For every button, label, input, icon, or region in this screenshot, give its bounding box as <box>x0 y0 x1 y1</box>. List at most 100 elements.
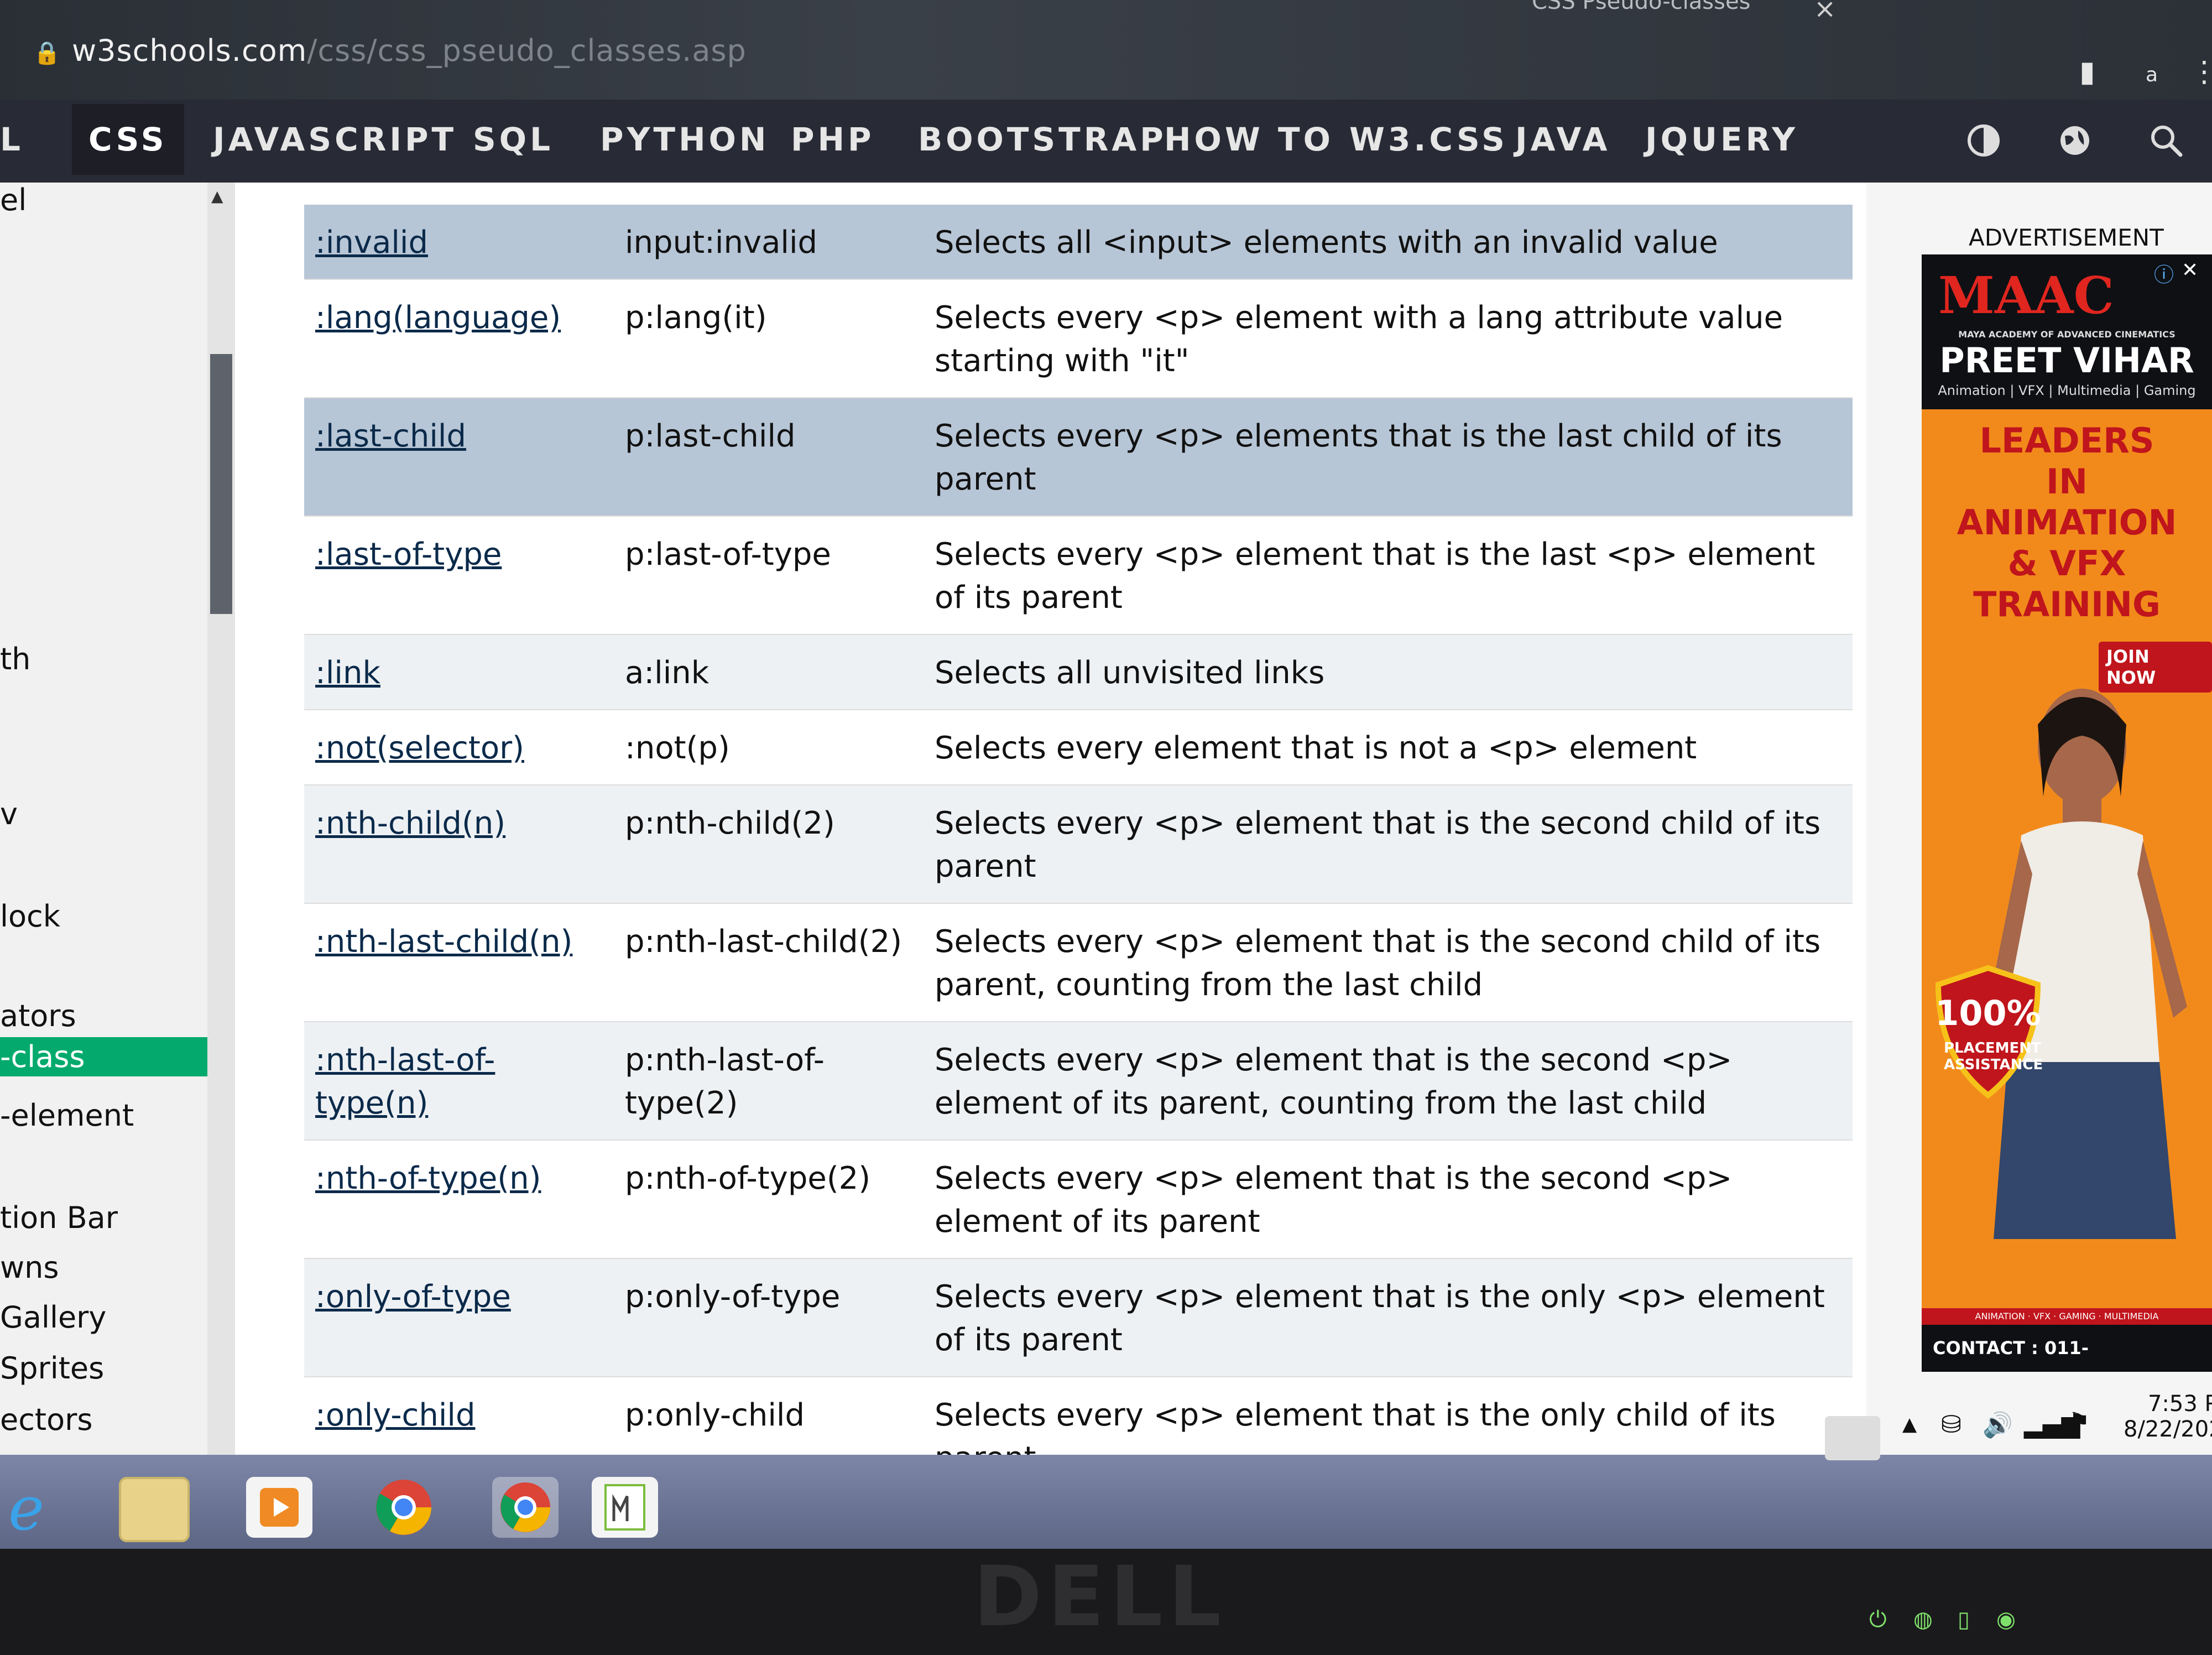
menu-icon[interactable]: ⋮ <box>2190 55 2212 89</box>
sidebar-item[interactable]: wns <box>0 1250 59 1285</box>
clock-time: 7:53 PM <box>2147 1391 2212 1417</box>
ad-tagline: Animation | VFX | Multimedia | Gaming <box>1938 383 2196 398</box>
sidebar-item[interactable]: Sprites <box>0 1351 104 1386</box>
table-row: :invalid input:invalid Selects all <inpu… <box>304 205 1853 280</box>
table-row: :not(selector) :not(p) Selects every ele… <box>304 710 1853 785</box>
description-cell: Selects all <input> elements with an inv… <box>924 205 1853 280</box>
description-cell: Selects every <p> elements that is the l… <box>924 398 1853 517</box>
selector-link[interactable]: :invalid <box>304 205 614 280</box>
example-cell: input:invalid <box>614 205 924 280</box>
address-bar[interactable]: w3schools.com/css/css_pseudo_classes.asp <box>72 33 747 68</box>
selector-link[interactable]: :last-child <box>304 398 614 517</box>
scroll-up-icon[interactable]: ▲ <box>211 187 223 205</box>
ad-headline-line: LEADERS <box>1979 420 2154 461</box>
description-cell: Selects every <p> element with a lang at… <box>924 279 1853 398</box>
ad-info-icon[interactable]: ⓘ <box>2154 259 2174 288</box>
sidebar-scrollbar-thumb[interactable] <box>210 354 232 614</box>
ad-close-icon[interactable]: ✕ <box>2182 259 2198 282</box>
table-row: :nth-of-type(n) p:nth-of-type(2) Selects… <box>304 1140 1853 1259</box>
wifi-indicator-icon: ◉ <box>1996 1607 2016 1632</box>
tab-close-icon[interactable]: × <box>1814 0 1836 24</box>
table-row: :nth-child(n) p:nth-child(2) Selects eve… <box>304 785 1853 904</box>
lock-icon: 🔒 <box>33 40 61 66</box>
selector-link[interactable]: :nth-last-child(n) <box>304 903 614 1022</box>
selector-link[interactable]: :lang(language) <box>304 279 614 398</box>
system-clock[interactable]: 7:53 PM 8/22/2022 <box>2124 1391 2212 1442</box>
sidebar-item[interactable]: ectors <box>0 1402 92 1437</box>
table-row: :only-of-type p:only-of-type Selects eve… <box>304 1258 1853 1377</box>
sidebar-item[interactable]: tion Bar <box>0 1200 118 1235</box>
sidebar-item[interactable]: el <box>0 183 27 217</box>
sidebar-item[interactable]: lock <box>0 899 60 934</box>
show-hidden-icons-icon[interactable]: ▲ <box>1902 1413 1917 1435</box>
selector-link[interactable]: :nth-last-of-type(n) <box>304 1022 614 1141</box>
windows-taskbar <box>0 1455 2212 1549</box>
nav-item-jquery[interactable]: JQUERY <box>1645 121 1798 158</box>
example-cell: p:last-of-type <box>614 516 924 635</box>
example-cell: :not(p) <box>614 710 924 785</box>
chrome-profile-icon[interactable] <box>492 1477 559 1538</box>
contrast-icon[interactable] <box>1966 123 2001 158</box>
volume-icon[interactable]: 🔊 <box>1983 1411 2013 1439</box>
file-explorer-icon[interactable] <box>119 1477 190 1542</box>
description-cell: Selects every <p> element that is the se… <box>924 1022 1853 1141</box>
media-player-icon[interactable] <box>246 1477 312 1538</box>
selector-link[interactable]: :not(selector) <box>304 710 614 785</box>
selector-link[interactable]: :nth-child(n) <box>304 785 614 904</box>
nav-item-php[interactable]: PHP <box>791 121 875 158</box>
profile-icon[interactable]: a <box>2146 64 2158 86</box>
ad-headline-line: IN <box>2046 461 2088 502</box>
selector-link[interactable]: :last-of-type <box>304 516 614 635</box>
globe-icon[interactable] <box>2057 123 2093 158</box>
example-cell: p:nth-child(2) <box>614 785 924 904</box>
sidebar-item[interactable]: Gallery <box>0 1300 106 1335</box>
nav-item-w3css[interactable]: W3.CSS <box>1349 121 1508 158</box>
url-path: /css/css_pseudo_classes.asp <box>307 33 747 68</box>
table-row: :lang(language) p:lang(it) Selects every… <box>304 279 1853 398</box>
ad-header: MAAC MAYA ACADEMY OF ADVANCED CINEMATICS… <box>1922 254 2212 409</box>
table-row: :nth-last-child(n) p:nth-last-child(2) S… <box>304 903 1853 1022</box>
ad-model-image <box>1988 689 2187 1239</box>
sidebar-toggle-icon[interactable]: ▮ <box>2079 55 2095 89</box>
selector-link[interactable]: :nth-of-type(n) <box>304 1140 614 1259</box>
description-cell: Selects all unvisited links <box>924 634 1853 710</box>
action-center-flag-icon[interactable]: ⚑ <box>2068 1408 2090 1436</box>
selector-link[interactable]: :only-of-type <box>304 1258 614 1377</box>
nav-item-python[interactable]: PYTHON <box>600 121 769 158</box>
top-navigation: L CSS JAVASCRIPT SQL PYTHON PHP BOOTSTRA… <box>0 100 2212 183</box>
nav-item-css[interactable]: CSS <box>72 104 184 175</box>
pen-input-icon[interactable] <box>1825 1416 1880 1460</box>
advertisement-banner[interactable]: MAAC MAYA ACADEMY OF ADVANCED CINEMATICS… <box>1922 254 2212 1372</box>
nav-item-html[interactable]: L <box>0 121 24 158</box>
selector-link[interactable]: :link <box>304 634 614 710</box>
example-cell: a:link <box>614 634 924 710</box>
ad-headline-line: TRAINING <box>1973 584 2161 624</box>
sidebar-item-pseudo-class[interactable]: -class <box>0 1037 216 1076</box>
table-row: :last-child p:last-child Selects every <… <box>304 398 1853 517</box>
notepad-plus-plus-icon[interactable] <box>592 1477 658 1538</box>
sidebar-item[interactable]: th <box>0 642 30 676</box>
table-row: :last-of-type p:last-of-type Selects eve… <box>304 516 1853 635</box>
nav-item-howto[interactable]: HOW TO <box>1164 121 1334 158</box>
url-domain: w3schools.com <box>72 33 307 68</box>
example-cell: p:only-of-type <box>614 1258 924 1377</box>
internet-explorer-icon[interactable]: e <box>3 1473 69 1544</box>
dell-logo: DELL <box>973 1549 1227 1645</box>
ad-contact: CONTACT : 011-43096937/38 <box>1922 1325 2212 1372</box>
search-icon[interactable] <box>2148 123 2184 158</box>
sidebar-item[interactable]: ators <box>0 998 76 1033</box>
left-sidebar: el th v lock ators -class -element tion … <box>0 183 235 1455</box>
description-cell: Selects every <p> element that is the se… <box>924 1140 1853 1259</box>
nav-item-sql[interactable]: SQL <box>473 121 554 158</box>
ad-brand-sub: MAYA ACADEMY OF ADVANCED CINEMATICS <box>1958 329 2176 340</box>
chrome-icon[interactable] <box>371 1477 437 1538</box>
usb-device-icon[interactable]: ⛁ <box>1941 1411 1961 1439</box>
sidebar-item[interactable]: v <box>0 797 18 831</box>
nav-item-javascript[interactable]: JAVASCRIPT <box>213 121 457 158</box>
pseudo-class-reference-table: :invalid input:invalid Selects all <inpu… <box>304 205 1853 1496</box>
sidebar-item[interactable]: -element <box>0 1098 134 1133</box>
nav-item-bootstrap[interactable]: BOOTSTRAP <box>918 121 1167 158</box>
nav-item-java[interactable]: JAVA <box>1515 121 1610 158</box>
clock-date: 8/22/2022 <box>2124 1417 2212 1442</box>
tab-title[interactable]: CSS Pseudo-classes <box>1532 0 1750 14</box>
